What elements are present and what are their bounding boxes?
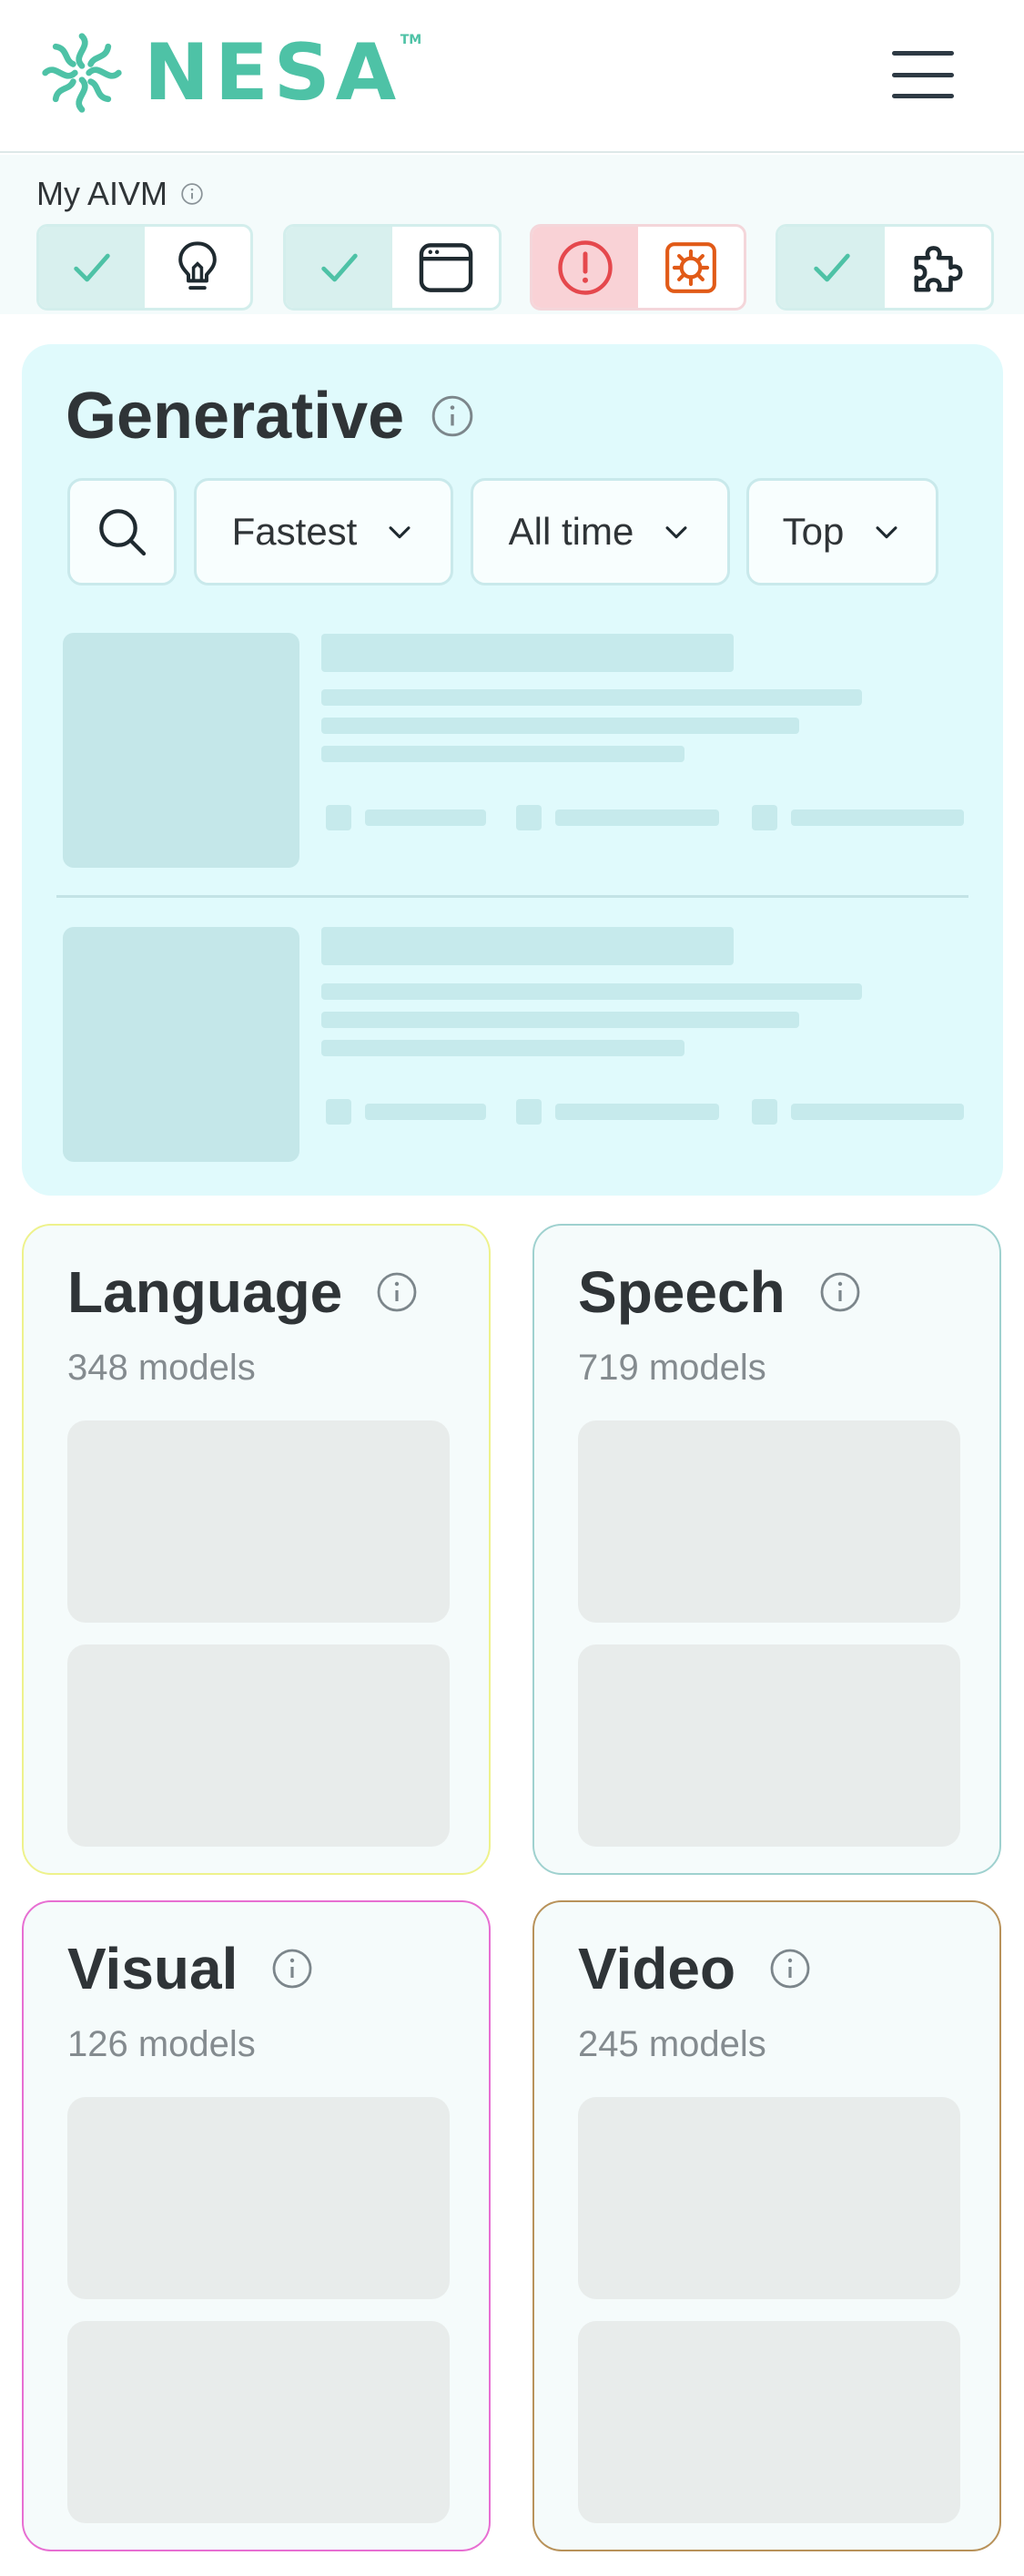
skeleton-thumbnail — [63, 927, 299, 1162]
skeleton-line — [321, 983, 862, 1000]
skeleton-model-card — [578, 1420, 960, 1623]
skeleton-model-card — [67, 2097, 450, 2299]
category-title: Speech — [578, 1258, 862, 1326]
speed-filter-dropdown[interactable]: Fastest — [194, 478, 453, 585]
category-card-visual[interactable]: Visual 126 models — [22, 1900, 491, 2551]
skeleton-model-card — [67, 2321, 450, 2523]
chevron-down-icon — [876, 526, 897, 539]
browser-window-icon — [392, 227, 499, 308]
info-icon[interactable] — [430, 393, 475, 439]
search-icon — [99, 509, 147, 556]
aivm-item-browser[interactable] — [283, 224, 502, 311]
logo-wordmark: NESA TM — [144, 27, 422, 118]
category-title-text: Speech — [578, 1259, 786, 1325]
aivm-status-bar: My AIVM — [0, 155, 1024, 314]
skeleton-line — [321, 746, 684, 762]
chevron-down-icon — [665, 526, 687, 539]
skeleton-line — [321, 927, 734, 965]
bug-icon — [638, 227, 744, 308]
list-divider — [56, 895, 968, 898]
hamburger-menu-icon[interactable] — [890, 46, 956, 104]
category-title: Visual — [67, 1935, 314, 2002]
lightbulb-icon — [145, 227, 250, 308]
puzzle-icon — [885, 227, 991, 308]
skeleton-line — [321, 634, 734, 672]
skeleton-thumbnail — [63, 633, 299, 868]
category-card-speech[interactable]: Speech 719 models — [532, 1224, 1001, 1875]
skeleton-line — [321, 1040, 684, 1056]
skeleton-line — [555, 1104, 719, 1120]
skeleton-model-card — [578, 2097, 960, 2299]
check-icon — [39, 227, 145, 308]
period-filter-label: All time — [508, 510, 634, 553]
alert-circle-icon — [532, 227, 638, 308]
aivm-item-lightbulb[interactable] — [36, 224, 253, 311]
aivm-label-text: My AIVM — [36, 175, 168, 212]
trademark-mark: TM — [400, 33, 422, 47]
category-title: Language — [67, 1258, 419, 1326]
category-title-text: Language — [67, 1259, 343, 1325]
skeleton-dot — [326, 1099, 351, 1125]
category-title-text: Visual — [67, 1936, 238, 2001]
nesa-logo-mark-icon — [42, 33, 122, 113]
skeleton-model-card — [578, 1644, 960, 1847]
info-icon[interactable] — [818, 1270, 862, 1314]
category-card-video[interactable]: Video 245 models — [532, 1900, 1001, 2551]
nesa-logo[interactable]: NESA TM — [38, 27, 422, 118]
sort-filter-label: Top — [782, 510, 845, 553]
check-icon — [778, 227, 885, 308]
skeleton-model-card — [67, 1644, 450, 1847]
skeleton-line — [791, 809, 964, 826]
model-count: 719 models — [578, 1348, 766, 1388]
generative-card: Generative Fastest All time Top — [22, 344, 1003, 1196]
top-header: NESA TM — [0, 0, 1024, 153]
skeleton-line — [555, 809, 719, 826]
skeleton-line — [321, 689, 862, 706]
info-icon[interactable] — [270, 1947, 314, 1991]
skeleton-dot — [516, 1099, 542, 1125]
skeleton-dot — [326, 805, 351, 830]
category-title: Video — [578, 1935, 812, 2002]
category-title-text: Video — [578, 1936, 736, 2001]
generative-title-text: Generative — [66, 380, 405, 453]
period-filter-dropdown[interactable]: All time — [471, 478, 730, 585]
skeleton-line — [321, 718, 799, 734]
search-button[interactable] — [67, 478, 177, 585]
aivm-item-bug[interactable] — [530, 224, 746, 311]
skeleton-model-card — [67, 1420, 450, 1623]
info-icon[interactable] — [375, 1270, 419, 1314]
model-count: 245 models — [578, 2024, 766, 2064]
skeleton-model-card — [578, 2321, 960, 2523]
model-count: 348 models — [67, 1348, 256, 1388]
info-icon[interactable] — [768, 1947, 812, 1991]
chevron-down-icon — [389, 526, 411, 539]
speed-filter-label: Fastest — [231, 510, 358, 553]
skeleton-dot — [752, 1099, 777, 1125]
info-icon[interactable] — [180, 182, 204, 206]
skeleton-line — [791, 1104, 964, 1120]
aivm-label: My AIVM — [36, 175, 204, 213]
generative-title: Generative — [66, 379, 475, 453]
check-icon — [286, 227, 392, 308]
aivm-item-puzzle[interactable] — [776, 224, 994, 311]
skeleton-line — [321, 1012, 799, 1028]
model-count: 126 models — [67, 2024, 256, 2064]
skeleton-line — [365, 809, 486, 826]
skeleton-line — [365, 1104, 486, 1120]
skeleton-dot — [752, 805, 777, 830]
skeleton-dot — [516, 805, 542, 830]
category-card-language[interactable]: Language 348 models — [22, 1224, 491, 1875]
sort-filter-dropdown[interactable]: Top — [746, 478, 938, 585]
